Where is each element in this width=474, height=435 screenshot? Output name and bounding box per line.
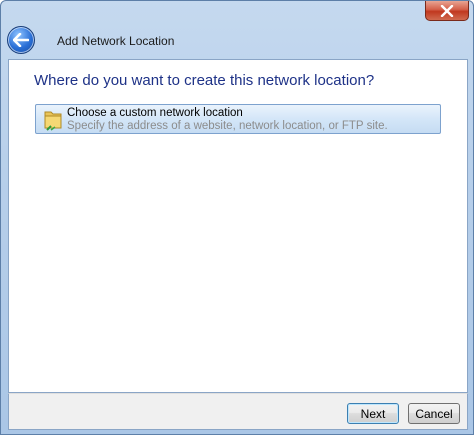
back-arrow-icon xyxy=(13,33,29,47)
content-pane: Where do you want to create this network… xyxy=(8,59,468,393)
option-description: Specify the address of a website, networ… xyxy=(67,120,388,132)
wizard-header: Add Network Location xyxy=(3,23,471,59)
dialog-window: Add Network Location Where do you want t… xyxy=(0,0,474,435)
close-button[interactable] xyxy=(425,1,469,21)
cancel-button[interactable]: Cancel xyxy=(408,403,460,424)
back-button[interactable] xyxy=(7,26,35,54)
option-title: Choose a custom network location xyxy=(67,107,243,119)
next-button[interactable]: Next xyxy=(347,403,399,424)
page-question: Where do you want to create this network… xyxy=(34,72,375,89)
folder-network-icon xyxy=(44,111,62,131)
option-custom-network-location[interactable]: Choose a custom network location Specify… xyxy=(35,104,441,134)
button-bar: Next Cancel xyxy=(8,393,468,430)
close-icon xyxy=(440,4,454,17)
wizard-title: Add Network Location xyxy=(57,34,175,48)
